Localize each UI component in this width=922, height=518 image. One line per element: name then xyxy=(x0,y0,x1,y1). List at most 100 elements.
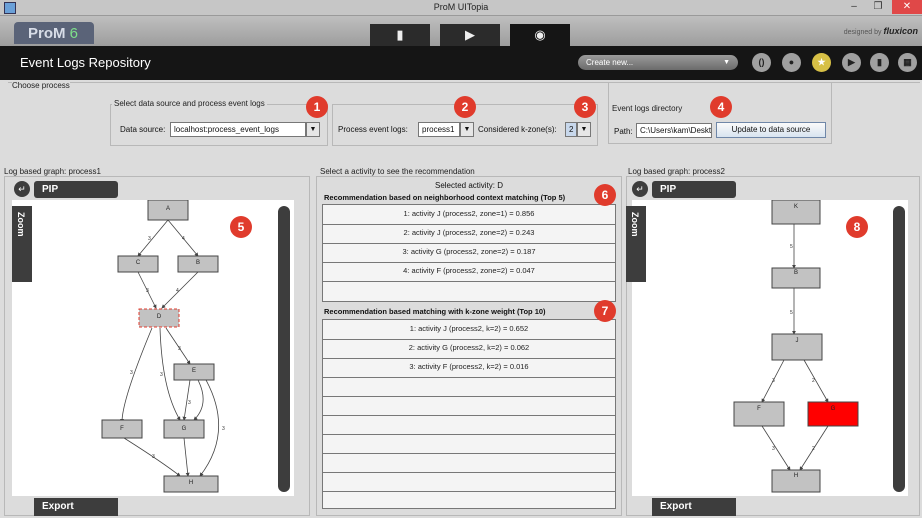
edge-label: 3 xyxy=(772,446,775,452)
drop-button[interactable]: ● xyxy=(782,53,801,72)
datasource-label: Data source: xyxy=(120,125,166,134)
list-item[interactable]: 3: activity G (process2, zone=2) = 0.187 xyxy=(323,243,615,263)
list-item[interactable]: 1: activity J (process2, zone=1) = 0.856 xyxy=(323,205,615,225)
graph-node[interactable]: H xyxy=(163,475,219,493)
list-item[interactable]: 3: activity F (process2, k=2) = 0.016 xyxy=(323,358,615,378)
badge-4: 4 xyxy=(710,96,732,118)
chevron-down-icon[interactable]: ▼ xyxy=(306,122,320,137)
graph-node[interactable]: J xyxy=(771,333,823,361)
process-logs-select[interactable]: process1 xyxy=(418,122,460,137)
svg-text:H: H xyxy=(189,480,193,486)
list-item[interactable] xyxy=(323,415,615,435)
kzone-select[interactable]: 2 xyxy=(565,122,577,137)
path-input[interactable]: C:\Users\kam\Deskt xyxy=(636,123,712,138)
favorite-button[interactable]: ★ xyxy=(812,53,831,72)
zoom-panel-left[interactable]: Zoom xyxy=(12,206,32,282)
chevron-down-icon[interactable]: ▼ xyxy=(577,122,591,137)
datasource-group-title: Select data source and process event log… xyxy=(112,99,267,108)
edge-label: 2 xyxy=(812,446,815,452)
create-new-dropdown[interactable]: Create new... ▼ xyxy=(578,55,738,70)
recommendation-list-1[interactable]: 1: activity J (process2, zone=1) = 0.856… xyxy=(322,204,616,302)
copy-button[interactable]: ▮ xyxy=(870,53,889,72)
middle-panel-title: Select a activity to see the recommendat… xyxy=(320,167,475,176)
kzone-label: Considered k-zone(s): xyxy=(478,125,557,134)
edge-label: 3 xyxy=(148,236,151,242)
graph-node[interactable]: B xyxy=(177,255,219,273)
graph-node[interactable]: F xyxy=(101,419,143,439)
svg-text:F: F xyxy=(757,406,761,412)
copy-icon: ▮ xyxy=(877,57,882,67)
back-icon[interactable]: ↵ xyxy=(632,181,648,197)
process1-graph: 3 4 3 4 3 3 3 3 3 3 A C B D E F G H xyxy=(101,199,225,493)
svg-text:E: E xyxy=(192,368,196,374)
section1-title: Recommendation based on neighborhood con… xyxy=(324,193,566,202)
list-item[interactable] xyxy=(323,396,615,416)
import-icon: () xyxy=(758,57,765,67)
datasource-select[interactable]: localhost:process_event_logs xyxy=(170,122,306,137)
update-data-source-button[interactable]: Update to data source xyxy=(716,122,826,138)
svg-text:A: A xyxy=(166,206,170,212)
badge-7: 7 xyxy=(594,300,616,322)
left-panel-title: Log based graph: process1 xyxy=(4,167,101,176)
graph-node[interactable]: B xyxy=(771,267,821,289)
export-button-left[interactable]: Export xyxy=(34,498,118,516)
right-scrollbar[interactable] xyxy=(893,206,905,492)
graph-node[interactable]: F xyxy=(733,401,785,427)
recommendation-list-2[interactable]: 1: activity J (process2, k=2) = 0.652 2:… xyxy=(322,319,616,509)
svg-text:G: G xyxy=(831,406,836,412)
graph-node[interactable]: A xyxy=(147,199,189,221)
brand-logo: fluxicon xyxy=(883,26,918,36)
list-item[interactable] xyxy=(323,377,615,397)
play-icon: ▶ xyxy=(465,27,475,42)
pip-button-left[interactable]: PIP xyxy=(34,181,118,198)
list-item[interactable] xyxy=(323,453,615,473)
export-button-right[interactable]: Export xyxy=(652,498,736,516)
list-item[interactable]: 4: activity F (process2, zone=2) = 0.047 xyxy=(323,262,615,282)
edge-label: 3 xyxy=(152,454,155,460)
tab-workspace[interactable]: ▮ xyxy=(370,24,430,46)
svg-text:G: G xyxy=(182,426,187,432)
list-item[interactable] xyxy=(323,434,615,454)
badge-6: 6 xyxy=(594,184,616,206)
tab-view[interactable]: ◉ xyxy=(510,24,570,46)
edge-label: 3 xyxy=(160,372,163,378)
back-icon[interactable]: ↵ xyxy=(14,181,30,197)
grid-button[interactable]: ▦ xyxy=(898,53,917,72)
edge-label: 4 xyxy=(176,288,179,294)
restore-icon[interactable]: ❐ xyxy=(866,0,890,14)
svg-text:F: F xyxy=(120,426,124,432)
import-button[interactable]: () xyxy=(752,53,771,72)
graph-node-selected[interactable]: D xyxy=(138,308,180,328)
list-item[interactable] xyxy=(323,281,615,300)
right-graph-canvas: 5 5 3 2 3 2 K B J F G H xyxy=(632,199,908,496)
star-icon: ★ xyxy=(817,57,826,67)
badge-8: 8 xyxy=(846,216,868,238)
grid-icon: ▦ xyxy=(903,57,912,67)
list-item[interactable]: 2: activity J (process2, zone=2) = 0.243 xyxy=(323,224,615,244)
list-item[interactable]: 1: activity J (process2, k=2) = 0.652 xyxy=(323,320,615,340)
close-icon[interactable]: ✕ xyxy=(892,0,922,14)
list-item[interactable] xyxy=(323,491,615,510)
graph-node[interactable]: H xyxy=(771,469,821,493)
list-item[interactable]: 2: activity G (process2, k=2) = 0.062 xyxy=(323,339,615,359)
list-item[interactable] xyxy=(323,472,615,492)
graph-node[interactable]: C xyxy=(117,255,159,273)
badge-3: 3 xyxy=(574,96,596,118)
graph-node[interactable]: K xyxy=(771,199,821,225)
badge-1: 1 xyxy=(306,96,328,118)
svg-text:B: B xyxy=(794,270,798,276)
svg-text:K: K xyxy=(794,204,798,210)
chevron-down-icon[interactable]: ▼ xyxy=(460,122,474,137)
run-button[interactable]: ▶ xyxy=(842,53,861,72)
minimize-icon[interactable]: – xyxy=(842,0,866,14)
tab-actions[interactable]: ▶ xyxy=(440,24,500,46)
left-scrollbar[interactable] xyxy=(278,206,290,492)
pip-button-right[interactable]: PIP xyxy=(652,181,736,198)
graph-node-highlighted[interactable]: G xyxy=(807,401,859,427)
graph-node[interactable]: G xyxy=(163,419,205,439)
zoom-panel-right[interactable]: Zoom xyxy=(626,206,646,282)
chevron-down-icon: ▼ xyxy=(723,59,730,66)
drop-icon: ● xyxy=(788,57,795,67)
svg-text:B: B xyxy=(196,260,200,266)
graph-node[interactable]: E xyxy=(173,363,215,381)
